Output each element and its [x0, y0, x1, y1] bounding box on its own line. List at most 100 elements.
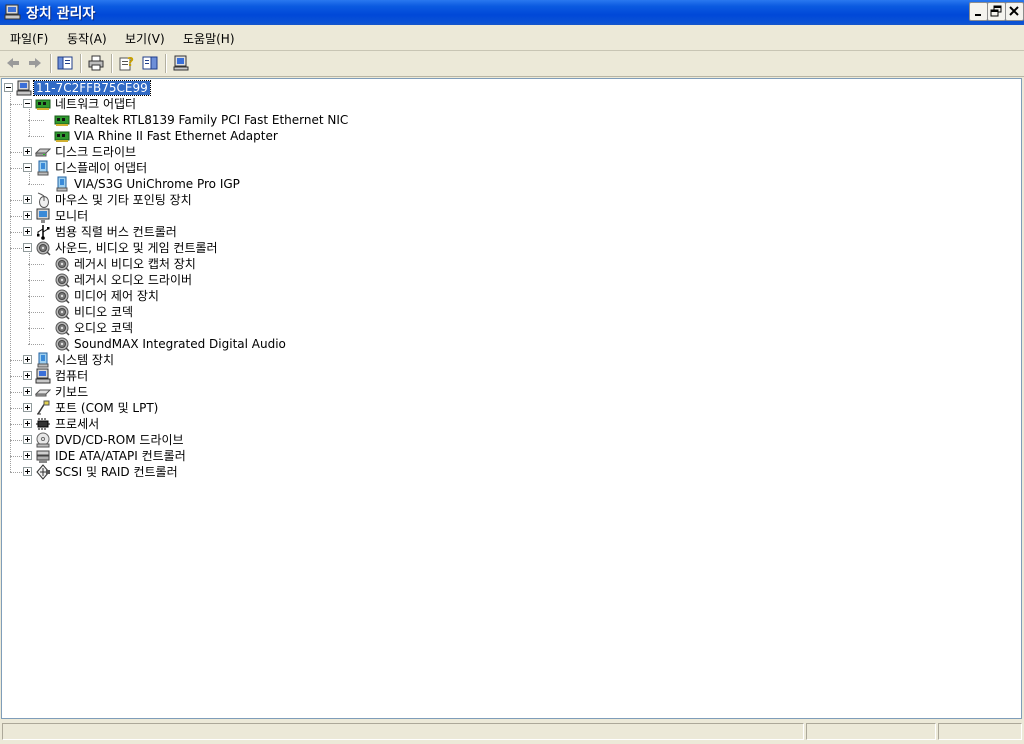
scan-hardware-button[interactable] — [171, 53, 193, 74]
menu-file[interactable]: 파일(F) — [10, 30, 48, 47]
menu-view[interactable]: 보기(V) — [125, 30, 165, 47]
speaker-icon — [55, 257, 70, 272]
expand-toggle[interactable] — [23, 419, 32, 428]
back-button[interactable] — [3, 53, 25, 74]
tree-node-label[interactable]: 디스크 드라이브 — [55, 145, 136, 159]
show-hide-tree-button[interactable] — [55, 53, 77, 74]
tree-node-label[interactable]: Realtek RTL8139 Family PCI Fast Ethernet… — [74, 113, 348, 127]
tree-node-icon — [16, 80, 32, 96]
tree-category[interactable]: 시스템 장치 — [2, 352, 1017, 368]
collapse-toggle[interactable] — [23, 243, 32, 252]
close-button[interactable] — [1005, 2, 1024, 21]
tree-category[interactable]: 범용 직렬 버스 컨트롤러 — [2, 224, 1017, 240]
tree-node-label[interactable]: SoundMAX Integrated Digital Audio — [74, 337, 286, 351]
status-bar — [0, 720, 1024, 744]
expand-toggle[interactable] — [23, 195, 32, 204]
tree-node-label[interactable]: 범용 직렬 버스 컨트롤러 — [55, 225, 177, 239]
tree-device[interactable]: 레거시 오디오 드라이버 — [2, 272, 1017, 288]
tree-node-icon — [54, 288, 70, 304]
menu-help[interactable]: 도움말(H) — [183, 30, 235, 47]
expand-toggle[interactable] — [23, 467, 32, 476]
print-button[interactable] — [86, 53, 108, 74]
close-icon — [1009, 6, 1019, 16]
tree-category[interactable]: 컴퓨터 — [2, 368, 1017, 384]
expand-toggle[interactable] — [23, 403, 32, 412]
tree-node-label[interactable]: 사운드, 비디오 및 게임 컨트롤러 — [55, 241, 218, 255]
tree-category[interactable]: 디스플레이 어댑터 — [2, 160, 1017, 176]
tree-node-label[interactable]: DVD/CD-ROM 드라이브 — [55, 433, 184, 447]
tree-category[interactable]: 키보드 — [2, 384, 1017, 400]
tree-device[interactable]: SoundMAX Integrated Digital Audio — [2, 336, 1017, 352]
minimize-button[interactable] — [969, 2, 988, 21]
tree-root[interactable]: 11-7C2FFB75CE99 — [2, 80, 1017, 96]
tree-node-label[interactable]: 오디오 코덱 — [74, 321, 133, 335]
menu-action[interactable]: 동작(A) — [67, 30, 107, 47]
tree-node-label[interactable]: IDE ATA/ATAPI 컨트롤러 — [55, 449, 186, 463]
tree-node-label[interactable]: 레거시 오디오 드라이버 — [74, 273, 192, 287]
forward-button[interactable] — [25, 53, 47, 74]
tree-node-icon — [35, 208, 51, 224]
expand-toggle[interactable] — [23, 371, 32, 380]
tree-node-label[interactable]: 비디오 코덱 — [74, 305, 133, 319]
tree-category[interactable]: 포트 (COM 및 LPT) — [2, 400, 1017, 416]
tree-node-label[interactable]: 프로세서 — [55, 417, 99, 431]
tree-node-icon — [35, 432, 51, 448]
title-bar[interactable]: 장치 관리자 — [0, 0, 1024, 25]
tree-category[interactable]: IDE ATA/ATAPI 컨트롤러 — [2, 448, 1017, 464]
tree-node-label[interactable]: 컴퓨터 — [55, 369, 88, 383]
display-adapter-icon — [37, 160, 49, 176]
expand-toggle[interactable] — [23, 435, 32, 444]
tree-node-label[interactable]: 네트워크 어댑터 — [55, 97, 136, 111]
device-tree[interactable]: 11-7C2FFB75CE99 네트워크 어댑터 Realtek RTL8139 F… — [1, 78, 1022, 719]
tree-category[interactable]: 모니터 — [2, 208, 1017, 224]
expand-toggle[interactable] — [23, 211, 32, 220]
tree-category[interactable]: DVD/CD-ROM 드라이브 — [2, 432, 1017, 448]
svg-text:?: ? — [127, 55, 134, 69]
expand-toggle[interactable] — [23, 147, 32, 156]
collapse-toggle[interactable] — [23, 163, 32, 172]
tree-node-label[interactable]: 포트 (COM 및 LPT) — [55, 401, 158, 415]
tree-device[interactable]: 미디어 제어 장치 — [2, 288, 1017, 304]
restore-button[interactable] — [987, 2, 1006, 21]
expand-toggle[interactable] — [23, 227, 32, 236]
tree-category[interactable]: 디스크 드라이브 — [2, 144, 1017, 160]
tree-connector — [10, 152, 24, 154]
tree-node-label[interactable]: 11-7C2FFB75CE99 — [33, 80, 151, 96]
tree-node-label[interactable]: 디스플레이 어댑터 — [55, 161, 147, 175]
tree-node-icon — [54, 320, 70, 336]
tree-device[interactable]: Realtek RTL8139 Family PCI Fast Ethernet… — [2, 112, 1017, 128]
expand-toggle[interactable] — [23, 355, 32, 364]
view-toggle-button[interactable] — [140, 53, 162, 74]
expand-toggle[interactable] — [23, 387, 32, 396]
toolbar-separator — [50, 54, 52, 73]
tree-connector — [29, 109, 31, 136]
tree-node-label[interactable]: VIA Rhine II Fast Ethernet Adapter — [74, 129, 278, 143]
collapse-toggle[interactable] — [23, 99, 32, 108]
tree-category[interactable]: 마우스 및 기타 포인팅 장치 — [2, 192, 1017, 208]
tree-category[interactable]: 프로세서 — [2, 416, 1017, 432]
tree-node-label[interactable]: 미디어 제어 장치 — [74, 289, 159, 303]
tree-category[interactable]: 사운드, 비디오 및 게임 컨트롤러 — [2, 240, 1017, 256]
tree-connector — [28, 184, 44, 186]
tree-device[interactable]: 레거시 비디오 캡처 장치 — [2, 256, 1017, 272]
tree-node-label[interactable]: VIA/S3G UniChrome Pro IGP — [74, 177, 240, 191]
tree-node-label[interactable]: 키보드 — [55, 385, 88, 399]
tree-node-label[interactable]: 레거시 비디오 캡처 장치 — [74, 257, 196, 271]
disk-drive-icon — [34, 148, 52, 157]
tree-node-label[interactable]: 마우스 및 기타 포인팅 장치 — [55, 193, 192, 207]
tree-device[interactable]: VIA Rhine II Fast Ethernet Adapter — [2, 128, 1017, 144]
tree-node-icon — [35, 368, 51, 384]
tree-node-label[interactable]: 시스템 장치 — [55, 353, 114, 367]
expand-toggle[interactable] — [23, 451, 32, 460]
tree-category[interactable]: 네트워크 어댑터 — [2, 96, 1017, 112]
tree-connector — [10, 104, 24, 106]
speaker-icon — [55, 273, 70, 288]
tree-node-label[interactable]: SCSI 및 RAID 컨트롤러 — [55, 465, 178, 479]
tree-device[interactable]: 오디오 코덱 — [2, 320, 1017, 336]
expand-toggle[interactable] — [4, 83, 13, 92]
properties-button[interactable]: ? — [117, 53, 139, 74]
tree-device[interactable]: 비디오 코덱 — [2, 304, 1017, 320]
tree-device[interactable]: VIA/S3G UniChrome Pro IGP — [2, 176, 1017, 192]
tree-category[interactable]: SCSI 및 RAID 컨트롤러 — [2, 464, 1017, 480]
tree-node-label[interactable]: 모니터 — [55, 209, 88, 223]
